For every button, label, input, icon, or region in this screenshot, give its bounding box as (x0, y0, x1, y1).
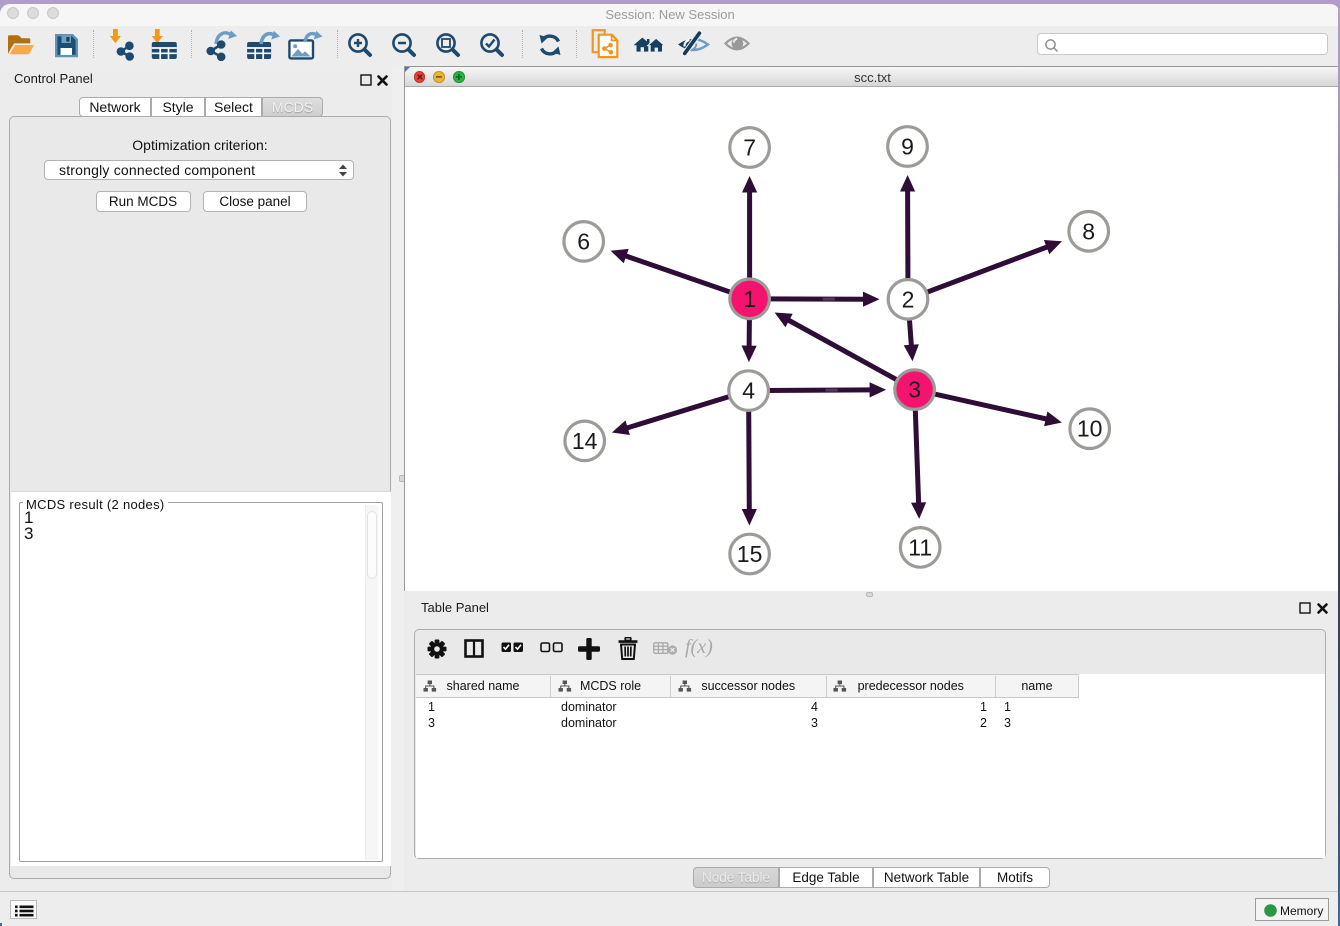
svg-text:4: 4 (742, 378, 755, 404)
svg-text:15: 15 (737, 541, 763, 567)
svg-text:1: 1 (743, 286, 756, 312)
svg-text:14: 14 (572, 428, 598, 454)
svg-text:11: 11 (908, 534, 932, 560)
svg-text:7: 7 (743, 135, 756, 161)
svg-text:10: 10 (1077, 416, 1103, 442)
svg-text:6: 6 (577, 228, 590, 254)
svg-text:8: 8 (1082, 218, 1095, 244)
svg-text:2: 2 (902, 286, 915, 312)
svg-text:3: 3 (908, 377, 921, 403)
svg-text:9: 9 (901, 134, 914, 160)
